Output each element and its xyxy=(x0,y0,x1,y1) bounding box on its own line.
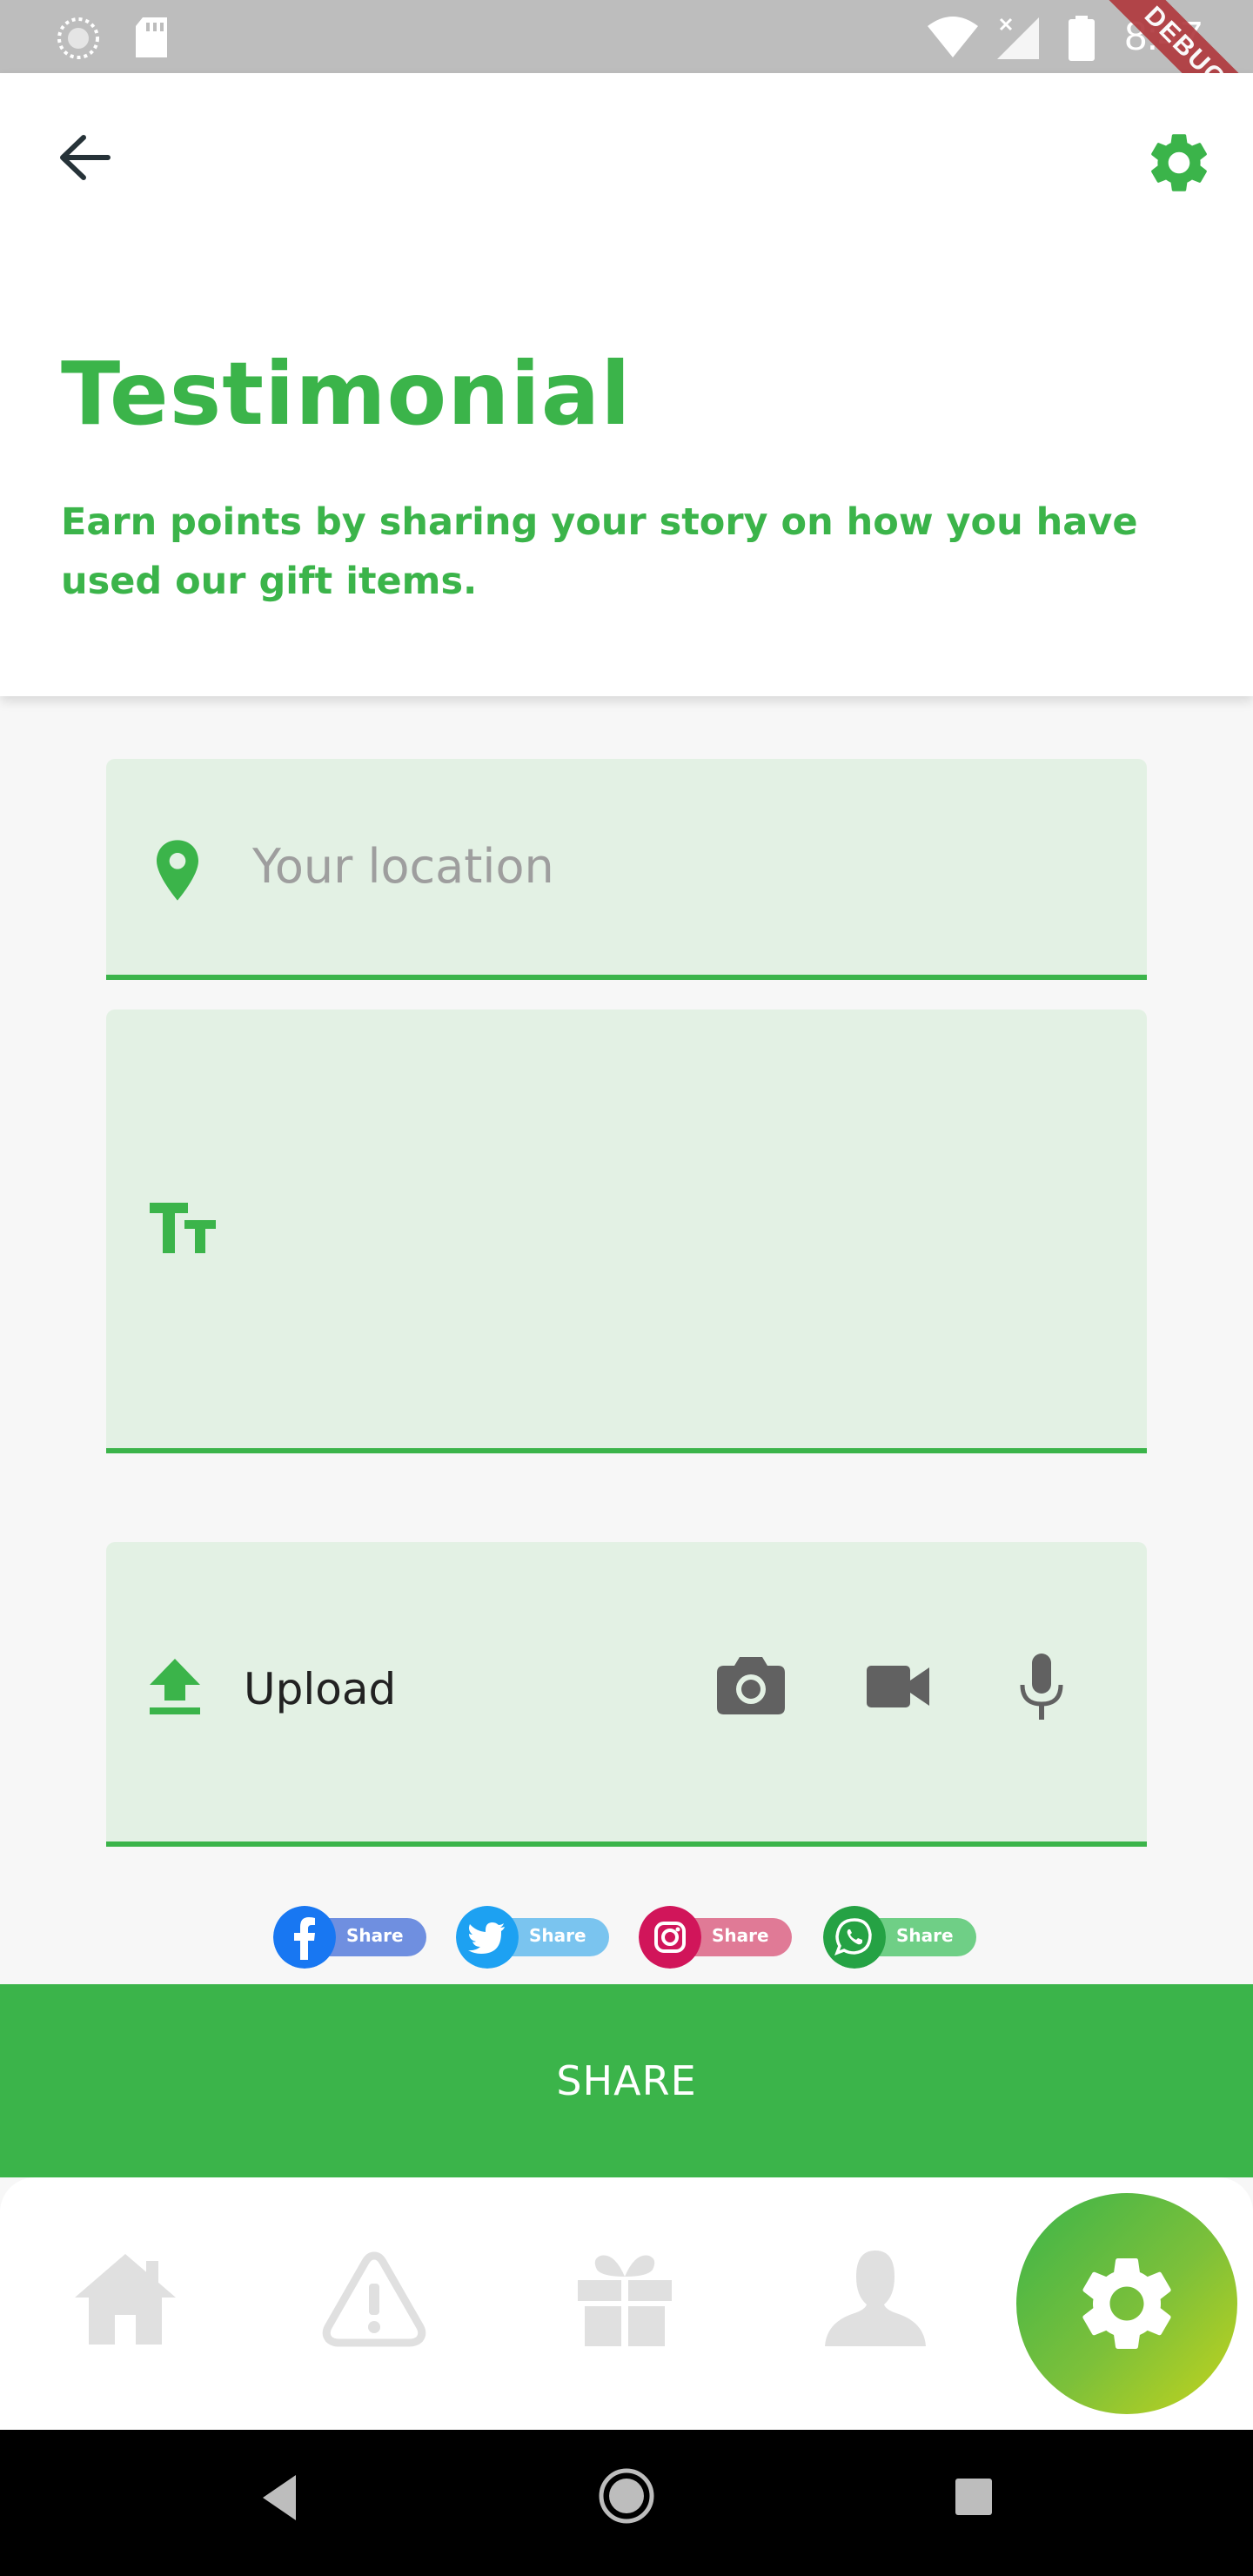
twitter-share-label: Share xyxy=(529,1925,586,1946)
facebook-share-badge[interactable]: Share xyxy=(273,1906,426,1969)
system-back-icon[interactable] xyxy=(259,2472,301,2524)
spinner-icon xyxy=(57,17,99,59)
whatsapp-share-badge[interactable]: Share xyxy=(823,1906,976,1969)
twitter-icon xyxy=(456,1906,519,1969)
home-icon[interactable] xyxy=(73,2247,178,2351)
video-camera-icon[interactable] xyxy=(867,1666,929,1707)
page-title: Testimonial xyxy=(61,343,632,445)
settings-icon xyxy=(1082,2258,1171,2349)
social-share-row: Share Share Share Share xyxy=(270,1906,983,1969)
system-recents-icon[interactable] xyxy=(954,2477,994,2517)
gear-icon[interactable] xyxy=(1143,127,1215,198)
gift-icon[interactable] xyxy=(573,2247,677,2351)
sd-card-icon xyxy=(136,17,167,57)
page-header: Testimonial Earn points by sharing your … xyxy=(0,73,1253,696)
battery-icon xyxy=(1069,16,1095,61)
arrow-back-icon[interactable] xyxy=(54,127,115,188)
location-pin-icon xyxy=(157,840,198,901)
instagram-icon xyxy=(639,1906,701,1969)
text-size-icon xyxy=(150,1203,216,1253)
share-button-label: SHARE xyxy=(556,2057,697,2104)
facebook-share-label: Share xyxy=(346,1925,404,1946)
instagram-share-badge[interactable]: Share xyxy=(639,1906,792,1969)
facebook-icon xyxy=(273,1906,336,1969)
upload-label: Upload xyxy=(244,1664,397,1714)
location-field[interactable]: Your location xyxy=(106,759,1147,980)
upload-field: Upload xyxy=(106,1542,1147,1847)
system-navigation-bar xyxy=(0,2430,1253,2576)
upload-icon[interactable] xyxy=(150,1659,200,1716)
system-home-icon[interactable] xyxy=(597,2466,656,2526)
wifi-icon xyxy=(928,17,978,57)
camera-icon[interactable] xyxy=(717,1657,785,1714)
no-signal-icon xyxy=(997,17,1039,59)
microphone-icon[interactable] xyxy=(1018,1654,1065,1720)
instagram-share-label: Share xyxy=(712,1925,769,1946)
page-subtitle: Earn points by sharing your story on how… xyxy=(61,500,1138,603)
location-placeholder: Your location xyxy=(252,839,554,894)
status-bar: 8:47 DEBUG xyxy=(0,0,1253,149)
share-button[interactable]: SHARE xyxy=(0,1984,1253,2177)
twitter-share-badge[interactable]: Share xyxy=(456,1906,609,1969)
warning-icon[interactable] xyxy=(322,2247,426,2351)
story-text-field[interactable] xyxy=(106,1010,1147,1453)
bottom-navigation xyxy=(0,2177,1253,2430)
settings-nav-button[interactable] xyxy=(1016,2193,1237,2414)
profile-icon[interactable] xyxy=(823,2247,928,2351)
whatsapp-share-label: Share xyxy=(896,1925,954,1946)
whatsapp-icon xyxy=(823,1906,886,1969)
